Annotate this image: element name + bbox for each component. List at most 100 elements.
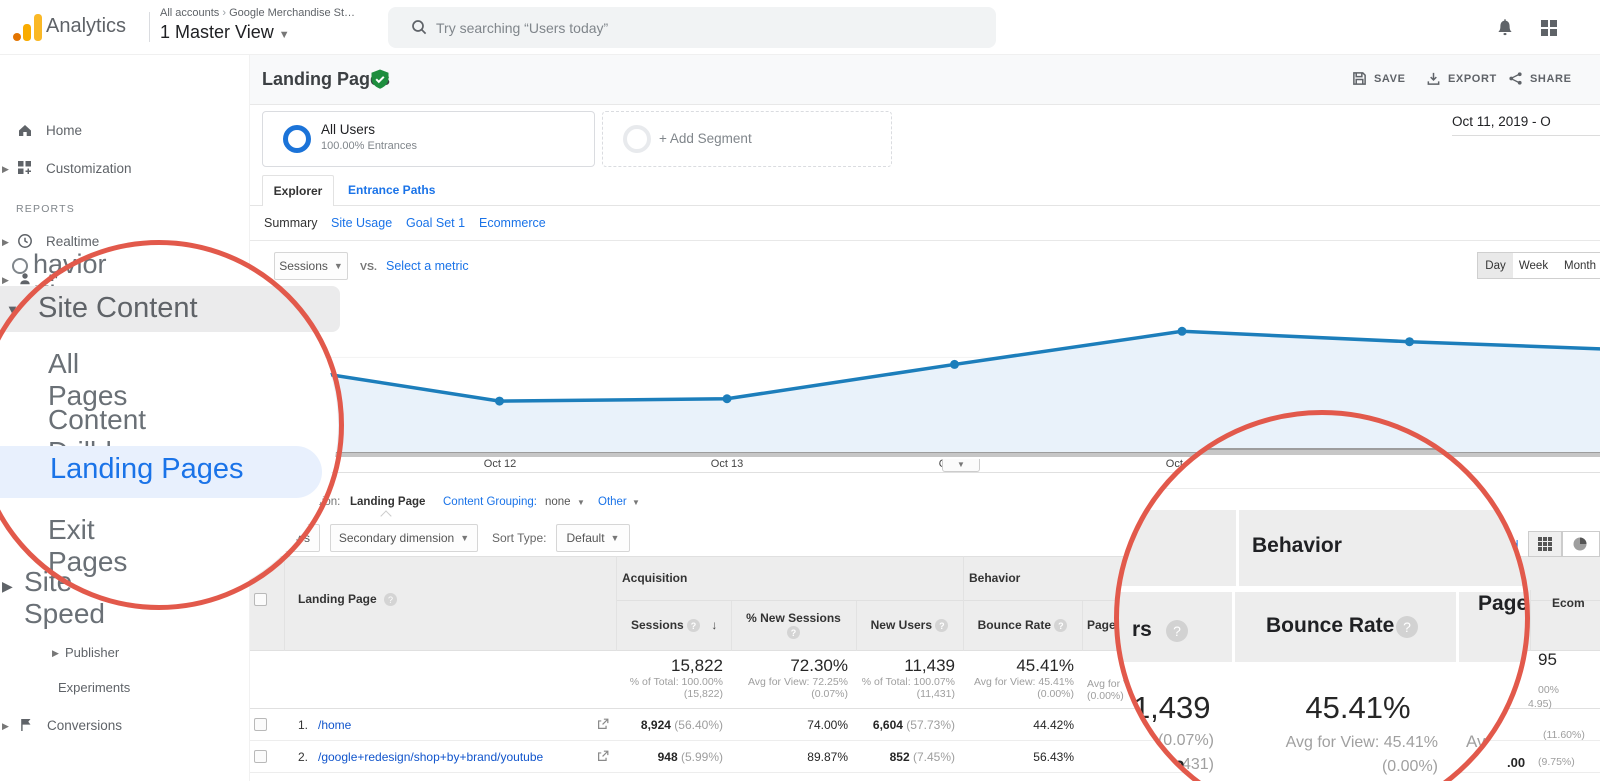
content-grouping-value[interactable]: none — [545, 496, 571, 508]
subtab-goal-set-1[interactable]: Goal Set 1 — [406, 216, 465, 230]
breadcrumb-root[interactable]: All accounts — [160, 7, 219, 19]
totals-sub: Avg for View: 72.25% — [747, 676, 848, 688]
notifications-bell-icon[interactable] — [1494, 16, 1516, 38]
product-name: Analytics — [46, 15, 127, 37]
chevron-right-icon: ▶ — [2, 578, 13, 594]
content-grouping-link[interactable]: Content Grouping: — [443, 496, 537, 508]
help-icon[interactable]: ? — [1054, 619, 1068, 633]
sidebar-item-experiments[interactable]: Experiments — [0, 677, 250, 703]
search-bar[interactable]: Try searching “Users today” — [388, 7, 996, 48]
col-header-sessions[interactable]: Sessions ? ↓ — [631, 618, 731, 633]
landing-page-link[interactable]: /home — [318, 718, 351, 732]
other-dimension-link[interactable]: Other — [598, 496, 627, 508]
table-view-button[interactable] — [1528, 531, 1562, 557]
segment-all-users[interactable]: All Users 100.00% Entrances — [262, 111, 595, 167]
col-label: Bounce Rate — [977, 618, 1051, 632]
top-header: Analytics All accounts › Google Merchand… — [0, 0, 1600, 55]
totals-sub: % of Total: 100.00% — [629, 676, 723, 688]
select-a-metric-label: Select a metric — [386, 259, 469, 273]
sort-type-select[interactable]: Default ▼ — [556, 524, 630, 552]
expand-chevron-icon: ▶ — [2, 164, 9, 174]
secondary-dimension-button[interactable]: Secondary dimension ▼ — [330, 524, 478, 552]
col-label: % New Sessions — [746, 611, 841, 625]
add-segment-label: + Add Segment — [659, 131, 752, 146]
breadcrumb-current[interactable]: Google Merchandise St… — [229, 7, 355, 19]
col-header-bounce-rate[interactable]: Bounce Rate ? — [963, 618, 1082, 633]
view-selector[interactable]: 1 Master View ▼ — [160, 22, 290, 43]
col-label: Sessions — [631, 618, 684, 632]
metric-selector[interactable]: Sessions ▼ — [274, 252, 348, 280]
row-checkbox[interactable] — [254, 718, 267, 731]
cell-value: 852 — [889, 750, 910, 764]
granularity-week-button[interactable]: Week — [1513, 252, 1555, 279]
granularity-label: Month — [1564, 259, 1596, 272]
row-number: 1. — [298, 718, 309, 732]
sidebar-item-home[interactable]: Home — [0, 118, 250, 148]
totals-sub: % of Total: 100.07% — [861, 676, 955, 688]
help-icon[interactable]: ? — [687, 619, 701, 633]
save-button[interactable]: SAVE — [1352, 71, 1406, 86]
analytics-logo-icon[interactable] — [12, 12, 42, 42]
sidebar-item-customization[interactable]: ▶ Customization — [0, 156, 250, 186]
primary-dimension-value[interactable]: Landing Page — [350, 496, 425, 508]
sidebar-item-label: Conversions — [47, 718, 123, 733]
granularity-day-button[interactable]: Day — [1477, 252, 1514, 279]
subtab-summary[interactable]: Summary — [264, 216, 317, 230]
breadcrumb-chevron-icon: › — [222, 7, 227, 19]
percentage-view-button[interactable] — [1562, 531, 1600, 557]
help-icon[interactable]: ? — [935, 619, 949, 633]
ecom-row2-value-fragment: .00 — [1507, 755, 1526, 770]
col-header-new-sessions[interactable]: % New Sessions ? — [731, 611, 856, 640]
select-a-metric-link[interactable]: Select a metric — [386, 259, 469, 273]
totals-new-sessions: 72.30% Avg for View: 72.25% (0.07%) — [728, 656, 848, 700]
share-label: SHARE — [1530, 72, 1572, 85]
tab-label: Explorer — [273, 184, 323, 198]
help-icon[interactable]: ? — [787, 626, 800, 640]
segment-detail: 100.00% Entrances — [321, 140, 418, 152]
col-header-new-users[interactable]: New Users ? — [856, 618, 963, 633]
table-grid-icon — [1538, 537, 1552, 551]
other-label: Other — [598, 496, 627, 508]
subtab-ecommerce[interactable]: Ecommerce — [479, 216, 546, 230]
subtab-label: Goal Set 1 — [406, 216, 466, 230]
tab-entrance-paths[interactable]: Entrance Paths — [348, 183, 435, 197]
cell-sessions: 948 (5.99%) — [603, 750, 723, 764]
search-placeholder: Try searching “Users today” — [436, 20, 609, 36]
help-icon[interactable]: ? — [384, 593, 397, 606]
chevron-down-icon: ▼ — [577, 498, 585, 507]
granularity-month-button[interactable]: Month — [1554, 252, 1600, 279]
tab-label: Entrance Paths — [348, 183, 436, 197]
col-header-ecommerce[interactable]: Ecom — [1552, 596, 1600, 610]
totals-sub: Avg for View: 45.41% — [973, 676, 1074, 688]
export-button[interactable]: EXPORT — [1426, 71, 1497, 86]
chevron-down-icon: ▼ — [632, 498, 640, 507]
group-header-acquisition: Acquisition — [622, 571, 688, 585]
conversions-flag-icon — [17, 716, 35, 734]
sidebar-item-publisher[interactable]: ▶ Publisher — [0, 642, 250, 668]
subtab-site-usage[interactable]: Site Usage — [331, 216, 392, 230]
chevron-down-icon: ▼ — [333, 261, 343, 271]
date-range-selector[interactable]: Oct 11, 2019 - O — [1452, 110, 1600, 136]
sidebar-item-label: Home — [46, 123, 83, 138]
sort-type-value: Default — [566, 531, 605, 545]
totals-value: 72.30% — [790, 656, 848, 675]
row-checkbox[interactable] — [254, 750, 267, 763]
sidebar-item-conversions[interactable]: ▶ Conversions — [0, 713, 250, 743]
chart-expand-notch[interactable]: ▼ — [942, 459, 980, 472]
breadcrumb[interactable]: All accounts › Google Merchandise St… — [160, 7, 355, 19]
share-icon — [1509, 72, 1522, 85]
landing-page-header-cell[interactable]: Landing Page ? — [250, 557, 616, 650]
group-header-behavior: Behavior — [969, 571, 1021, 585]
tab-explorer[interactable]: Explorer — [262, 175, 334, 206]
totals-bounce-rate: 45.41% Avg for View: 45.41% (0.00%) — [954, 656, 1074, 700]
totals-sub: (11,431) — [916, 688, 955, 700]
apps-grid-icon[interactable] — [1540, 19, 1558, 37]
save-label: SAVE — [1374, 72, 1406, 85]
subtab-label: Summary — [264, 216, 318, 230]
landing-page-link[interactable]: /google+redesign/shop+by+brand/youtube — [318, 750, 543, 764]
select-all-checkbox[interactable] — [254, 593, 267, 606]
share-button[interactable]: SHARE — [1508, 71, 1572, 86]
expand-chevron-icon: ▶ — [2, 721, 9, 731]
col-label: New Users — [870, 618, 933, 632]
add-segment-button[interactable]: + Add Segment — [602, 111, 892, 167]
